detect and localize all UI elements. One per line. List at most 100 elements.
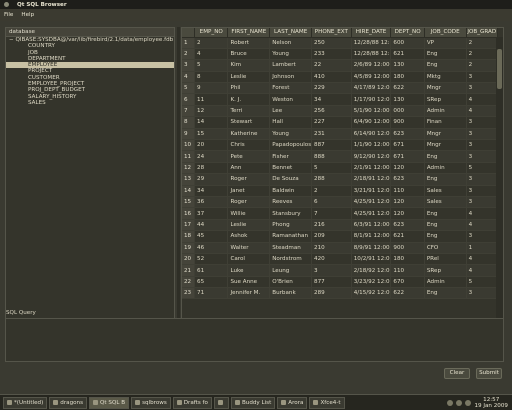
- table-cell[interactable]: 233: [311, 48, 352, 61]
- row-header[interactable]: 16: [182, 207, 196, 220]
- row-header[interactable]: 19: [182, 242, 196, 254]
- table-cell[interactable]: 2/18/92 12:0...: [351, 264, 392, 277]
- table-cell[interactable]: 20: [194, 139, 229, 152]
- table-cell[interactable]: 410: [311, 71, 352, 84]
- table-row[interactable]: 1228AnnBennet52/1/91 12:00:...120Admin5: [182, 162, 499, 175]
- table-cell[interactable]: 3: [466, 173, 499, 186]
- network-icon[interactable]: [447, 399, 454, 406]
- table-cell[interactable]: 622: [390, 82, 425, 95]
- table-cell[interactable]: 130: [390, 59, 425, 72]
- table-cell[interactable]: 4: [466, 93, 499, 106]
- table-cell[interactable]: 8/9/91 12:00:...: [351, 242, 392, 254]
- table-cell[interactable]: Nordstrom: [269, 253, 313, 266]
- menu-help[interactable]: Help: [21, 12, 34, 18]
- table-cell[interactable]: 623: [390, 219, 425, 232]
- column-header[interactable]: DEPT_NO: [390, 28, 425, 38]
- table-cell[interactable]: 3/21/91 12:0...: [351, 185, 392, 197]
- table-cell[interactable]: 37: [194, 207, 229, 220]
- table-cell[interactable]: 288: [311, 173, 352, 186]
- table-cell[interactable]: Sue Anne: [227, 276, 271, 289]
- table-cell[interactable]: 210: [311, 242, 352, 254]
- table-cell[interactable]: 4: [466, 253, 499, 266]
- table-row[interactable]: 20 52 Carol Nordstrom 420 10/2/91 12:0... 180 P…: [182, 253, 499, 266]
- table-cell[interactable]: Eng: [424, 287, 467, 300]
- table-cell[interactable]: Young: [269, 128, 313, 141]
- table-cell[interactable]: 229: [311, 82, 352, 95]
- table-cell[interactable]: 4/25/91 12:0...: [351, 196, 392, 209]
- table-row[interactable]: 23 71 Jennifer M. Burbank 289 4/15/92 12:0...…: [182, 287, 499, 300]
- row-header[interactable]: 18: [182, 230, 196, 243]
- table-cell[interactable]: Young: [269, 48, 313, 61]
- table-row[interactable]: 1946WalterSteadman2108/9/91 12:00:...900…: [182, 242, 499, 254]
- table-cell[interactable]: 4/25/91 12:0...: [351, 207, 392, 220]
- table-cell[interactable]: Eng: [424, 207, 467, 220]
- table-cell[interactable]: Stansbury: [269, 207, 313, 220]
- table-cell[interactable]: 8: [194, 71, 229, 84]
- table-cell[interactable]: 227: [311, 116, 352, 129]
- table-cell[interactable]: Steadman: [269, 242, 313, 254]
- table-cell[interactable]: 12/28/88 12:0...: [351, 37, 392, 49]
- table-cell[interactable]: 622: [390, 287, 425, 300]
- table-cell[interactable]: 5: [311, 162, 352, 175]
- taskbar-button[interactable]: Xfce4-t: [309, 396, 345, 409]
- table-cell[interactable]: Eng: [424, 59, 467, 72]
- row-header[interactable]: 10: [182, 139, 196, 152]
- table-cell[interactable]: Janet: [227, 185, 271, 197]
- table-cell[interactable]: Mngr: [424, 128, 467, 141]
- taskbar-button[interactable]: Arora: [277, 396, 308, 409]
- row-header[interactable]: 14: [182, 185, 196, 197]
- table-row[interactable]: 1020ChrisPapadopoulos8871/1/90 12:00:...…: [182, 139, 499, 152]
- table-row[interactable]: 712TerriLee2565/1/90 12:00:...000Admin4: [182, 105, 499, 118]
- row-header[interactable]: 7: [182, 105, 196, 118]
- table-cell[interactable]: 180: [390, 71, 425, 84]
- table-cell[interactable]: Sales: [424, 185, 467, 197]
- table-cell[interactable]: 420: [311, 253, 352, 266]
- sql-query-input[interactable]: [6, 319, 503, 361]
- table-cell[interactable]: 46: [194, 242, 229, 254]
- table-cell[interactable]: Kim: [227, 59, 271, 72]
- table-cell[interactable]: Pete: [227, 150, 271, 163]
- table-cell[interactable]: 120: [390, 196, 425, 209]
- column-header[interactable]: JOB_CODE: [424, 28, 467, 38]
- row-header[interactable]: 3: [182, 59, 196, 72]
- table-cell[interactable]: 670: [390, 276, 425, 289]
- table-cell[interactable]: 5: [194, 59, 229, 72]
- row-header[interactable]: 2: [182, 48, 196, 61]
- table-cell[interactable]: Mngr: [424, 82, 467, 95]
- table-row[interactable]: 6 11 K. J. Weston 34 1/17/90 12:0... 130 SRep 4: [182, 93, 499, 106]
- table-cell[interactable]: 2: [466, 59, 499, 72]
- volume-icon[interactable]: [456, 399, 463, 406]
- table-cell[interactable]: Roger: [227, 173, 271, 186]
- table-row[interactable]: 1744LesliePhong2166/3/91 12:00:...623Eng…: [182, 219, 499, 232]
- table-cell[interactable]: 120: [390, 162, 425, 175]
- table-cell[interactable]: 231: [311, 128, 352, 141]
- corner-header[interactable]: [182, 28, 196, 38]
- table-cell[interactable]: Chris: [227, 139, 271, 152]
- taskbar-button[interactable]: *(Untitled): [3, 396, 48, 409]
- table-cell[interactable]: 34: [311, 93, 352, 106]
- column-header[interactable]: EMP_NO: [194, 28, 229, 38]
- taskbar-button[interactable]: sqlbrows: [131, 396, 171, 409]
- table-cell[interactable]: 15: [194, 128, 229, 141]
- splitter-handle[interactable]: [177, 27, 180, 329]
- table-cell[interactable]: 289: [311, 287, 352, 300]
- table-cell[interactable]: 2: [466, 48, 499, 61]
- table-cell[interactable]: Hall: [269, 116, 313, 129]
- tree-item-sales[interactable]: SALES: [6, 100, 174, 106]
- table-cell[interactable]: SRep: [424, 93, 467, 106]
- table-cell[interactable]: Roger: [227, 196, 271, 209]
- table-cell[interactable]: Mktg: [424, 71, 467, 84]
- row-header[interactable]: 6: [182, 93, 196, 106]
- table-cell[interactable]: Bennet: [269, 162, 313, 175]
- table-row[interactable]: 22 65 Sue Anne O'Brien 877 3/23/92 12:0... 670…: [182, 276, 499, 289]
- table-cell[interactable]: Sales: [424, 196, 467, 209]
- row-header[interactable]: 13: [182, 173, 196, 186]
- table-cell[interactable]: 6/4/90 12:00:...: [351, 116, 392, 129]
- row-header[interactable]: 4: [182, 71, 196, 84]
- table-cell[interactable]: 45: [194, 230, 229, 243]
- table-cell[interactable]: 7: [311, 207, 352, 220]
- table-cell[interactable]: Mngr: [424, 139, 467, 152]
- table-cell[interactable]: Ramanathan: [269, 230, 313, 243]
- table-cell[interactable]: 65: [194, 276, 229, 289]
- table-cell[interactable]: 3: [466, 287, 499, 300]
